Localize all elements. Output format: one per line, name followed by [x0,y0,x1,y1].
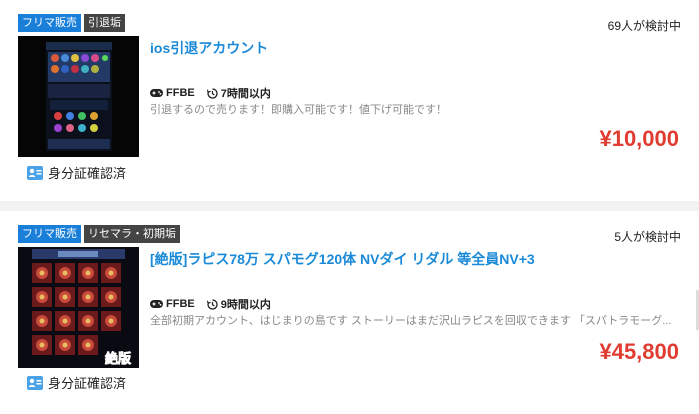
watchers-count: 5人が検討中 [614,230,681,244]
listing-thumbnail[interactable]: 絶版 [18,247,139,368]
listing-title[interactable]: ios引退アカウント [150,38,569,58]
listing-price: ¥10,000 [599,126,679,151]
game-tag: FFBE [150,87,195,99]
listing-title[interactable]: [絶版]ラピス78万 スパモグ120体 NVダイ リダル 等全員NV+3 [150,249,569,269]
thumbnail-overlay-text: 絶版 [104,351,131,367]
listing-card[interactable]: フリマ販売 リセマラ・初期垢 5人が検討中 絶版 身分証確認済 [絶版]ラピス7… [0,211,699,414]
game-screenshot-image: 絶版 [18,247,139,368]
listing-price: ¥45,800 [599,339,679,364]
game-screenshot-image [18,36,139,157]
clock-history-icon [206,298,218,310]
identity-verified: 身分証確認済 [27,373,126,392]
badge-group: フリマ販売 リセマラ・初期垢 [18,225,180,243]
category-badge: 引退垢 [84,14,125,32]
listing-description: 全部初期アカウント、はじまりの島です ストーリーはまだ沢山ラピスを回収できます … [150,315,672,327]
listing-description: 引退するので売ります！即購入可能です！値下げ可能です！ [150,104,447,116]
watchers-count: 69人が検討中 [607,19,681,33]
posted-time: 9時間以内 [206,296,271,312]
sale-type-badge: フリマ販売 [18,225,81,243]
badge-group: フリマ販売 引退垢 [18,14,125,32]
identity-verified: 身分証確認済 [27,163,126,182]
clock-history-icon [206,87,218,99]
listing-meta: FFBE 9時間以内 [150,296,271,312]
time-label: 7時間以内 [220,88,271,100]
verification-label: 身分証確認済 [48,376,127,391]
game-name: FFBE [166,298,195,310]
posted-time: 7時間以内 [206,85,271,101]
sale-type-badge: フリマ販売 [18,14,81,32]
category-badge: リセマラ・初期垢 [84,225,180,243]
gamepad-icon [150,300,163,308]
listing-card[interactable]: フリマ販売 引退垢 69人が検討中 身分証確認済 ios引退アカウント FFBE… [0,0,699,201]
game-name: FFBE [166,87,195,99]
listing-meta: FFBE 7時間以内 [150,85,271,101]
game-tag: FFBE [150,298,195,310]
time-label: 9時間以内 [220,299,271,311]
verification-label: 身分証確認済 [48,166,127,181]
id-card-icon [27,375,43,390]
gamepad-icon [150,89,163,97]
listing-thumbnail[interactable] [18,36,139,157]
id-card-icon [27,165,43,180]
